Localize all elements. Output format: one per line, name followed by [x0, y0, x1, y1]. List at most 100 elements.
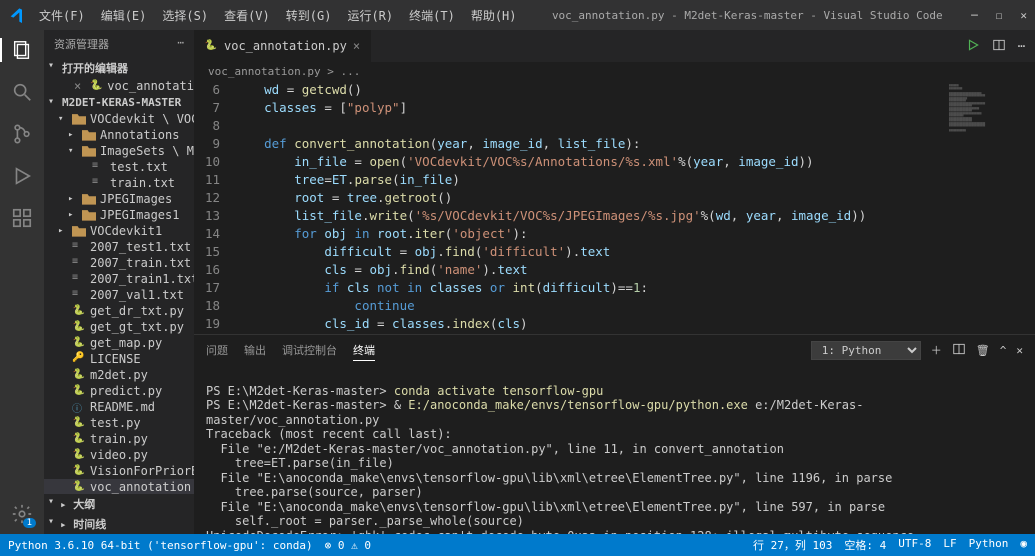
tree-item[interactable]: 🐍get_gt_txt.py	[44, 319, 194, 335]
close-icon[interactable]: ×	[74, 79, 81, 93]
tree-item[interactable]: ≡test.txt	[44, 159, 194, 175]
tree-item[interactable]: ≡2007_train1.txt	[44, 271, 194, 287]
license-file-icon: 🔑	[72, 352, 86, 366]
tree-item[interactable]: 🐍get_map.py	[44, 335, 194, 351]
open-editor-item[interactable]: voc_annotation.py	[107, 79, 194, 93]
more-actions-icon[interactable]: ⋯	[1018, 39, 1025, 53]
tree-item[interactable]: 🐍predict.py	[44, 383, 194, 399]
panel-tab[interactable]: 调试控制台	[282, 340, 337, 361]
status-item[interactable]: LF	[943, 537, 956, 553]
editor-tab[interactable]: 🐍voc_annotation.py×	[194, 30, 371, 62]
tree-item[interactable]: ≡train.txt	[44, 175, 194, 191]
line-number: 18	[194, 297, 234, 315]
tree-item[interactable]: 🐍video.py	[44, 447, 194, 463]
window-controls: ─ ☐ ✕	[971, 9, 1027, 22]
folder-root-section[interactable]: M2DET-KERAS-MASTER	[44, 94, 194, 111]
kill-terminal-icon[interactable]: 🗑	[976, 344, 990, 357]
run-debug-icon[interactable]	[10, 164, 34, 188]
new-terminal-icon[interactable]: ＋	[931, 342, 942, 358]
tree-item[interactable]: 🐍train.py	[44, 431, 194, 447]
timeline-section[interactable]: ▸ 时间线	[44, 514, 194, 534]
explorer-icon[interactable]	[10, 38, 34, 62]
python-file-icon: 🐍	[72, 304, 86, 318]
close-button[interactable]: ✕	[1020, 9, 1027, 22]
tree-item[interactable]: ▸JPEGImages1	[44, 207, 194, 223]
code-line[interactable]: wd = getcwd()	[234, 81, 362, 99]
code-line[interactable]: cls_id = classes.index(cls)	[234, 315, 528, 333]
maximize-panel-icon[interactable]: ^	[1000, 344, 1007, 357]
menu-item[interactable]: 编辑(E)	[94, 4, 154, 27]
status-item[interactable]: ⊗ 0 ⚠ 0	[325, 539, 371, 552]
tree-item[interactable]: ▸JPEGImages	[44, 191, 194, 207]
status-item[interactable]: 行 27，列 103	[753, 537, 832, 553]
tree-item[interactable]: ≡2007_test1.txt	[44, 239, 194, 255]
split-terminal-icon[interactable]	[952, 342, 966, 359]
code-line[interactable]: in_file = open('VOCdevkit/VOC%s/Annotati…	[234, 153, 814, 171]
tree-item[interactable]: 🐍get_dr_txt.py	[44, 303, 194, 319]
source-control-icon[interactable]	[10, 122, 34, 146]
menu-item[interactable]: 查看(V)	[217, 4, 277, 27]
open-editors-section[interactable]: 打开的编辑器	[44, 58, 194, 78]
line-number: 10	[194, 153, 234, 171]
code-line[interactable]: list_file.write('%s/VOCdevkit/VOC%s/JPEG…	[234, 207, 866, 225]
close-tab-icon[interactable]: ×	[353, 39, 360, 53]
settings-icon[interactable]: 1	[10, 502, 34, 526]
search-icon[interactable]	[10, 80, 34, 104]
maximize-button[interactable]: ☐	[996, 9, 1003, 22]
code-line[interactable]: continue	[234, 297, 415, 315]
tree-item-label: predict.py	[90, 384, 162, 398]
tree-item[interactable]: ▸Annotations	[44, 127, 194, 143]
tree-item[interactable]: 🐍m2det.py	[44, 367, 194, 383]
code-line[interactable]: root = tree.getroot()	[234, 189, 452, 207]
tree-item[interactable]: ▸VOCdevkit1	[44, 223, 194, 239]
tree-item[interactable]: ⓘREADME.md	[44, 399, 194, 415]
status-item[interactable]: 空格: 4	[844, 537, 886, 553]
outline-section[interactable]: ▸ 大纲	[44, 494, 194, 514]
tree-item[interactable]: 🔑LICENSE	[44, 351, 194, 367]
panel-tab[interactable]: 输出	[244, 340, 266, 361]
status-item[interactable]: Python	[969, 537, 1009, 553]
menu-item[interactable]: 文件(F)	[32, 4, 92, 27]
code-line[interactable]: tree=ET.parse(in_file)	[234, 171, 460, 189]
tree-item[interactable]: 🐍voc_annotation.py	[44, 479, 194, 494]
code-line[interactable]: def convert_annotation(year, image_id, l…	[234, 135, 640, 153]
line-number: 14	[194, 225, 234, 243]
tree-item[interactable]: ▾ImageSets \ Main	[44, 143, 194, 159]
menu-item[interactable]: 帮助(H)	[464, 4, 524, 27]
panel-tab[interactable]: 问题	[206, 340, 228, 361]
run-file-icon[interactable]	[966, 38, 980, 55]
status-item[interactable]: Python 3.6.10 64-bit ('tensorflow-gpu': …	[8, 539, 313, 552]
tree-item-label: VisionForPriorBox.py	[90, 464, 194, 478]
close-panel-icon[interactable]: ✕	[1016, 344, 1023, 357]
code-editor[interactable]: 6 wd = getcwd()7 classes = ["polyp"]89 d…	[194, 81, 945, 334]
extensions-icon[interactable]	[10, 206, 34, 230]
minimize-button[interactable]: ─	[971, 9, 978, 22]
split-editor-icon[interactable]	[992, 38, 1006, 55]
code-line[interactable]: if cls not in classes or int(difficult)=…	[234, 279, 648, 297]
minimap[interactable]: ████████ ███████████ ███████████████████…	[945, 81, 1035, 334]
code-line[interactable]: classes = ["polyp"]	[234, 99, 407, 117]
menu-item[interactable]: 终端(T)	[402, 4, 462, 27]
text-file-icon: ≡	[72, 272, 86, 286]
breadcrumb[interactable]: voc_annotation.py > ...	[194, 62, 1035, 81]
tree-item[interactable]: 🐍test.py	[44, 415, 194, 431]
menu-item[interactable]: 运行(R)	[340, 4, 400, 27]
terminal[interactable]: PS E:\M2det-Keras-master> conda activate…	[194, 365, 1035, 534]
tree-item[interactable]: ≡2007_train.txt	[44, 255, 194, 271]
status-item[interactable]: ◉	[1020, 537, 1027, 553]
status-item[interactable]: UTF-8	[898, 537, 931, 553]
menu-item[interactable]: 转到(G)	[279, 4, 339, 27]
tree-item[interactable]: 🐍VisionForPriorBox.py	[44, 463, 194, 479]
tree-item[interactable]: ▾VOCdevkit \ VOC2007	[44, 111, 194, 127]
more-icon[interactable]: ⋯	[177, 36, 184, 52]
terminal-selector[interactable]: 1: Python	[811, 341, 921, 360]
code-line[interactable]: cls = obj.find('name').text	[234, 261, 528, 279]
code-line[interactable]: difficult = obj.find('difficult').text	[234, 243, 610, 261]
menu-item[interactable]: 选择(S)	[155, 4, 215, 27]
panel-tab[interactable]: 终端	[353, 340, 375, 361]
line-number: 19	[194, 315, 234, 333]
code-line[interactable]: for obj in root.iter('object'):	[234, 225, 528, 243]
text-file-icon: ≡	[72, 240, 86, 254]
tree-item[interactable]: ≡2007_val1.txt	[44, 287, 194, 303]
tree-item-label: test.txt	[110, 160, 168, 174]
